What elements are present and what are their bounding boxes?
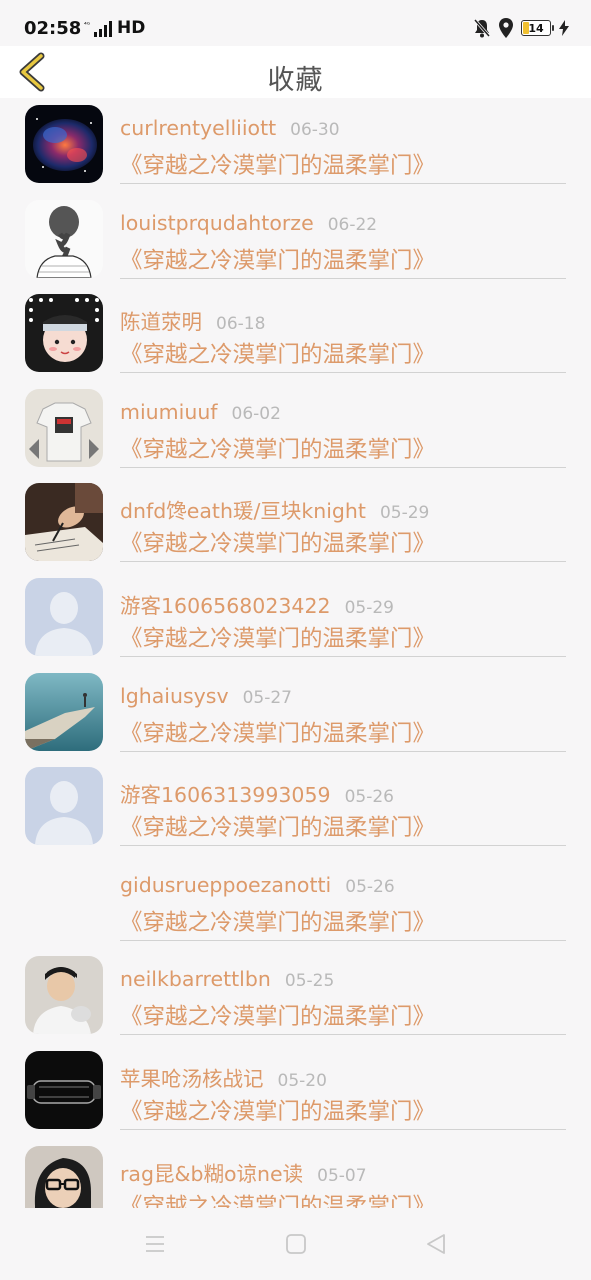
list-item[interactable]: rag昆&b糊o谅ne读 05-07 《穿越之冷漠掌门的温柔掌门》 <box>0 1139 591 1208</box>
divider <box>120 561 566 563</box>
battery-level: 14 <box>528 21 544 35</box>
username[interactable]: dnfd馋eath瑗/亘块knight 05-29 <box>120 494 429 524</box>
username-text: rag昆&b糊o谅ne读 <box>120 1161 304 1186</box>
book-title[interactable]: 《穿越之冷漠掌门的温柔掌门》 <box>120 1094 435 1126</box>
writing-hand-avatar[interactable] <box>25 483 103 562</box>
galaxy-avatar[interactable] <box>25 105 103 183</box>
default-avatar[interactable] <box>25 767 103 846</box>
date: 05-26 <box>344 787 394 808</box>
divider <box>120 1034 566 1036</box>
username-text: lghaiusysv <box>120 683 229 708</box>
back-icon[interactable] <box>424 1232 448 1256</box>
app-header: 收藏 <box>0 46 591 98</box>
date: 06-18 <box>216 314 266 335</box>
status-bar: 02:58 ⁴ᴳ HD 14 <box>0 0 591 46</box>
navigation-bar <box>0 1208 591 1280</box>
list-item[interactable]: lghaiusysv 05-27 《穿越之冷漠掌门的温柔掌门》 <box>0 666 591 761</box>
divider <box>120 750 566 752</box>
list-item[interactable]: 游客1606313993059 05-26 《穿越之冷漠掌门的温柔掌门》 <box>0 760 591 855</box>
charging-icon <box>559 20 569 36</box>
username[interactable]: rag昆&b糊o谅ne读 05-07 <box>120 1157 367 1187</box>
network-type: HD <box>117 18 146 38</box>
book-title[interactable]: 《穿越之冷漠掌门的温柔掌门》 <box>120 432 435 464</box>
username[interactable]: 苹果呛汤核战记 05-20 <box>120 1062 327 1092</box>
signal-icon: ⁴ᴳ <box>84 21 112 37</box>
book-title[interactable]: 《穿越之冷漠掌门的温柔掌门》 <box>120 148 435 180</box>
username[interactable]: miumiuuf 06-02 <box>120 400 281 424</box>
divider <box>120 372 566 374</box>
list-item[interactable]: dnfd馋eath瑗/亘块knight 05-29 《穿越之冷漠掌门的温柔掌门》 <box>0 476 591 571</box>
book-title[interactable]: 《穿越之冷漠掌门的温柔掌门》 <box>120 243 435 275</box>
divider <box>120 939 566 941</box>
date: 05-29 <box>379 503 430 524</box>
divider <box>120 183 566 184</box>
username[interactable]: 游客1606313993059 05-26 <box>120 778 394 808</box>
divider <box>120 466 566 468</box>
bell-off-icon <box>473 19 491 38</box>
list-item[interactable]: neilkbarrettlbn 05-25 《穿越之冷漠掌门的温柔掌门》 <box>0 949 591 1044</box>
date: 06-30 <box>290 120 340 140</box>
location-icon <box>499 18 513 38</box>
username-text: miumiuuf <box>120 399 218 424</box>
book-title[interactable]: 《穿越之冷漠掌门的温柔掌门》 <box>120 810 435 842</box>
date: 05-26 <box>345 876 395 897</box>
status-time: 02:58 <box>24 18 82 39</box>
divider <box>120 1128 566 1130</box>
list-item[interactable]: 苹果呛汤核战记 05-20 《穿越之冷漠掌门的温柔掌门》 <box>0 1044 591 1139</box>
cliff-avatar[interactable] <box>25 672 103 751</box>
username-text: gidusrueppoezanotti <box>120 872 332 897</box>
glasses-girl-avatar[interactable] <box>25 1145 103 1208</box>
username[interactable]: neilkbarrettlbn 05-25 <box>120 967 334 991</box>
username-text: 陈道荥明 <box>120 310 202 335</box>
divider <box>120 845 566 847</box>
car-avatar[interactable] <box>25 1050 103 1129</box>
list-item[interactable]: gidusrueppoezanotti 05-26 《穿越之冷漠掌门的温柔掌门》 <box>0 855 591 950</box>
username-text: neilkbarrettlbn <box>120 967 271 992</box>
date: 06-22 <box>327 214 378 235</box>
book-title[interactable]: 《穿越之冷漠掌门的温柔掌门》 <box>120 716 435 748</box>
tshirt-avatar[interactable] <box>25 388 103 467</box>
date: 06-02 <box>231 403 281 424</box>
username[interactable]: lghaiusysv 05-27 <box>120 684 292 708</box>
list-item[interactable]: curlrentyelliiott 06-30 《穿越之冷漠掌门的温柔掌门》 <box>0 98 591 193</box>
home-icon[interactable] <box>284 1232 308 1256</box>
list-item[interactable]: miumiuuf 06-02 《穿越之冷漠掌门的温柔掌门》 <box>0 382 591 477</box>
username[interactable]: louistprqudahtorze 06-22 <box>120 211 377 235</box>
username-text: 游客1606313993059 <box>120 783 331 808</box>
username-text: louistprqudahtorze <box>120 210 314 235</box>
favorites-list[interactable]: curlrentyelliiott 06-30 《穿越之冷漠掌门的温柔掌门》 lo… <box>0 98 591 1208</box>
book-title[interactable]: 《穿越之冷漠掌门的温柔掌门》 <box>120 526 435 558</box>
date: 05-29 <box>344 597 394 618</box>
date: 05-07 <box>317 1165 367 1186</box>
default-avatar[interactable] <box>25 577 103 656</box>
username-text: 苹果呛汤核战记 <box>120 1066 264 1091</box>
list-item[interactable]: 陈道荥明 06-18 《穿越之冷漠掌门的温柔掌门》 <box>0 287 591 382</box>
username-text: curlrentyelliiott <box>120 116 277 140</box>
username[interactable]: curlrentyelliiott 06-30 <box>120 116 340 140</box>
username-text: 游客1606568023422 <box>120 593 331 618</box>
list-item[interactable]: 游客1606568023422 05-29 《穿越之冷漠掌门的温柔掌门》 <box>0 571 591 666</box>
book-title[interactable]: 《穿越之冷漠掌门的温柔掌门》 <box>120 905 435 937</box>
date: 05-20 <box>277 1070 327 1091</box>
book-title[interactable]: 《穿越之冷漠掌门的温柔掌门》 <box>120 621 435 653</box>
book-title[interactable]: 《穿越之冷漠掌门的温柔掌门》 <box>120 999 435 1031</box>
book-title[interactable]: 《穿越之冷漠掌门的温柔掌门》 <box>120 337 435 369</box>
username[interactable]: 陈道荥明 06-18 <box>120 305 265 335</box>
battery-icon: 14 <box>521 20 554 36</box>
anime-avatar[interactable] <box>25 294 103 373</box>
book-title[interactable]: 《穿越之冷漠掌门的温柔掌门》 <box>120 1189 435 1208</box>
username-text: dnfd馋eath瑗/亘块knight <box>120 499 366 524</box>
person-photo-avatar[interactable] <box>25 956 103 1035</box>
username[interactable]: gidusrueppoezanotti 05-26 <box>120 873 395 897</box>
date: 05-25 <box>284 971 335 992</box>
list-item[interactable]: louistprqudahtorze 06-22 《穿越之冷漠掌门的温柔掌门》 <box>0 193 591 288</box>
braid-sketch-avatar[interactable] <box>25 199 103 278</box>
date: 05-27 <box>242 687 292 708</box>
divider <box>120 277 566 279</box>
username[interactable]: 游客1606568023422 05-29 <box>120 589 394 619</box>
divider <box>120 655 566 657</box>
page-title: 收藏 <box>267 65 324 96</box>
svg-text:⁴ᴳ: ⁴ᴳ <box>84 21 91 29</box>
menu-icon[interactable] <box>143 1232 167 1256</box>
